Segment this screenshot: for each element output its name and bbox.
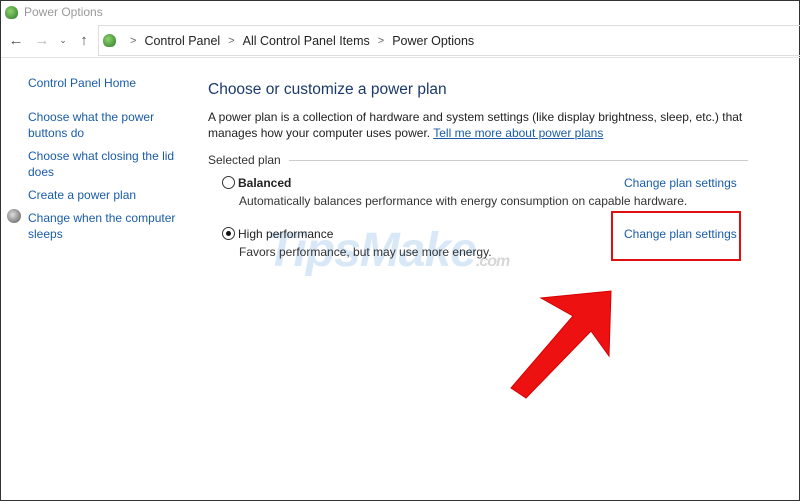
red-arrow-annotation <box>510 290 612 399</box>
back-arrow-icon[interactable]: ← <box>5 32 27 49</box>
address-bar[interactable]: > Control Panel > All Control Panel Item… <box>98 25 800 56</box>
radio-high-performance[interactable] <box>222 227 235 240</box>
breadcrumb-power-options[interactable]: Power Options <box>392 34 474 48</box>
main-content: Choose or customize a power plan A power… <box>208 81 748 259</box>
plan-description: Favors performance, but may use more ene… <box>239 245 492 259</box>
chevron-right-icon: > <box>377 34 385 47</box>
plan-name: Balanced <box>238 176 292 190</box>
forward-arrow-icon[interactable]: → <box>31 32 53 49</box>
control-panel-icon <box>103 34 116 47</box>
window-title: Power Options <box>24 5 103 19</box>
learn-more-link[interactable]: Tell me more about power plans <box>433 126 603 140</box>
chevron-right-icon: > <box>228 34 235 47</box>
navigation-bar: ← → ⌄ ↑ > Control Panel > All Control Pa… <box>1 25 800 56</box>
sleep-icon <box>7 209 21 223</box>
up-arrow-icon[interactable]: ↑ <box>73 32 95 49</box>
sidebar-item-power-buttons[interactable]: Choose what the power buttons do <box>28 109 188 141</box>
sidebar-item-lid[interactable]: Choose what closing the lid does <box>28 148 188 180</box>
sidebar-item-create-plan[interactable]: Create a power plan <box>28 187 188 203</box>
group-label: Selected plan <box>208 153 281 167</box>
change-plan-settings-balanced[interactable]: Change plan settings <box>624 176 737 190</box>
group-divider <box>288 159 748 161</box>
plan-name: High performance <box>238 227 334 241</box>
page-title: Choose or customize a power plan <box>208 81 447 98</box>
power-options-icon <box>5 5 18 19</box>
sidebar: Control Panel Home Choose what the power… <box>28 75 188 249</box>
recent-dropdown-icon[interactable]: ⌄ <box>57 35 69 46</box>
breadcrumb-all-items[interactable]: All Control Panel Items <box>243 34 370 48</box>
breadcrumb-control-panel[interactable]: Control Panel <box>144 34 220 48</box>
sidebar-item-sleep[interactable]: Change when the computer sleeps <box>28 210 188 242</box>
title-bar: Power Options <box>1 1 800 23</box>
sidebar-item-home[interactable]: Control Panel Home <box>28 75 188 91</box>
plan-description: Automatically balances performance with … <box>239 194 688 208</box>
divider <box>1 57 800 58</box>
radio-balanced[interactable] <box>222 176 235 189</box>
plan-high-performance: High performance Favors performance, but… <box>222 227 492 259</box>
chevron-right-icon: > <box>130 34 137 47</box>
plan-balanced: Balanced Automatically balances performa… <box>222 176 687 208</box>
highlight-box <box>611 211 741 261</box>
